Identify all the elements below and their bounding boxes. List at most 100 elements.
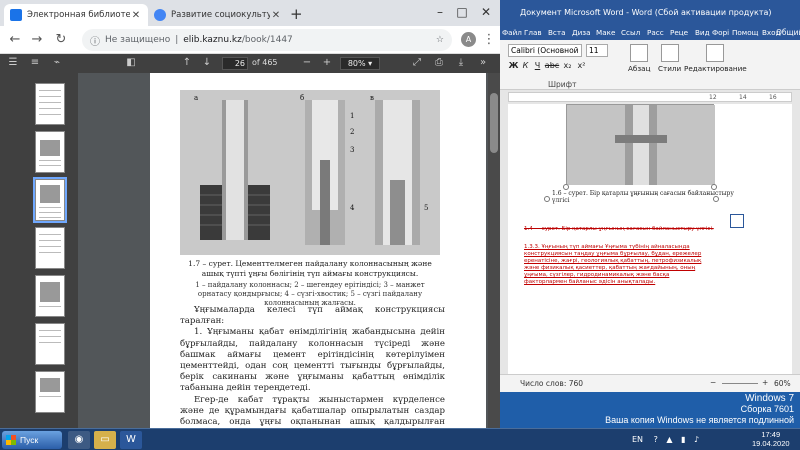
tab-mailings[interactable]: Расс: [647, 27, 664, 39]
maximize-button[interactable]: □: [452, 3, 472, 21]
ruler-mark: 16: [769, 94, 777, 101]
url-host: elib.kaznu.kz: [183, 35, 242, 45]
editing-button[interactable]: Редактирование: [684, 44, 747, 73]
tab-home[interactable]: Глав: [524, 27, 542, 39]
fullscreen-icon[interactable]: ⤢: [410, 56, 424, 70]
close-tab-icon[interactable]: ✕: [270, 10, 282, 21]
tab-layout[interactable]: Маке: [596, 27, 615, 39]
zoom-in-icon[interactable]: +: [320, 56, 334, 70]
thumbnail-sidebar: [0, 73, 78, 428]
next-page-icon[interactable]: ↓: [200, 56, 214, 70]
font-size-select[interactable]: 11: [586, 44, 608, 57]
ruler-mark: 12: [709, 94, 717, 101]
language-indicator[interactable]: EN: [632, 435, 643, 444]
styles-button[interactable]: Стили: [658, 44, 681, 73]
share-button[interactable]: Общий: [776, 28, 800, 37]
vertical-scrollbar[interactable]: [488, 73, 500, 428]
more-icon[interactable]: »: [476, 56, 490, 70]
info-icon[interactable]: ⓘ: [90, 33, 100, 48]
page-thumbnail[interactable]: [35, 83, 65, 125]
windows-flag-icon: [6, 435, 16, 445]
attachment-icon[interactable]: ⌁: [50, 56, 64, 70]
new-tab-button[interactable]: +: [290, 5, 303, 23]
tab-development[interactable]: Развитие социокультурной ком ✕: [148, 4, 288, 26]
tab-design[interactable]: Диза: [572, 27, 591, 39]
word-count[interactable]: Число слов: 760: [520, 379, 583, 388]
word-document-page[interactable]: 1.6 – сурет. Бір қатарлы ұңғының сағасын…: [508, 104, 792, 374]
zoom-out-icon[interactable]: −: [710, 378, 716, 387]
page-thumbnail[interactable]: [35, 131, 65, 173]
url-separator: |: [175, 35, 179, 45]
close-window-button[interactable]: ✕: [476, 3, 496, 21]
hamburger-icon[interactable]: ☰: [6, 56, 20, 70]
page-thumbnail[interactable]: [35, 275, 65, 317]
start-button[interactable]: Пуск: [2, 431, 62, 449]
close-tab-icon[interactable]: ✕: [130, 10, 142, 21]
bold-button[interactable]: Ж: [508, 60, 519, 72]
prev-page-icon[interactable]: ↑: [180, 56, 194, 70]
font-name-select[interactable]: Calibri (Основной те: [508, 44, 582, 57]
help-icon[interactable]: ?: [654, 435, 658, 444]
word-zoom-level[interactable]: 60%: [774, 379, 791, 388]
zoom-out-icon[interactable]: −: [300, 56, 314, 70]
strike-button[interactable]: abc: [544, 60, 560, 72]
zoom-in-icon[interactable]: +: [762, 378, 768, 387]
word-ribbon: Calibri (Основной те 11 Ж К Ч abc x₂ x² …: [500, 40, 800, 90]
forward-arrow-icon[interactable]: →: [28, 31, 46, 49]
tab-elib[interactable]: Электронная библиотека КазНУ ✕: [4, 4, 148, 26]
figure-label-v: в: [370, 94, 374, 102]
print-icon[interactable]: ⎙: [432, 56, 446, 70]
taskbar: Пуск ◉ ▭ W EN ? ▲ ▮ ♪ 17:49 19.04.2020: [0, 428, 800, 450]
reload-icon[interactable]: ↻: [52, 31, 70, 49]
chrome-window: Электронная библиотека КазНУ ✕ Развитие …: [0, 0, 500, 428]
word-taskbar-icon[interactable]: W: [120, 431, 142, 449]
underline-button[interactable]: Ч: [532, 60, 543, 72]
page-thumbnail[interactable]: [35, 227, 65, 269]
layout-options-icon[interactable]: [730, 214, 744, 228]
minimize-button[interactable]: –: [430, 3, 450, 21]
subscript-button[interactable]: x₂: [562, 60, 573, 72]
selected-figure[interactable]: [566, 104, 715, 185]
clock[interactable]: 17:49 19.04.2020: [752, 430, 790, 448]
windows-edition: Windows 7: [745, 393, 794, 404]
profile-avatar[interactable]: A: [461, 32, 476, 47]
italic-button[interactable]: К: [520, 60, 531, 72]
back-arrow-icon[interactable]: ←: [6, 31, 24, 49]
zoom-select[interactable]: 80% ▾: [340, 57, 380, 70]
tab-references[interactable]: Ссыл: [621, 27, 640, 39]
word-scrollbar[interactable]: [792, 92, 800, 374]
body-paragraph: Егер-де кабат тұрақты жыныстармен күрдел…: [180, 394, 445, 428]
wellhead-figure: [567, 105, 715, 185]
tab-file[interactable]: Файл: [502, 27, 522, 39]
paragraph-button[interactable]: Абзац: [628, 44, 650, 73]
resize-handle[interactable]: [544, 196, 550, 202]
share-label: Общий: [776, 28, 800, 37]
outline-icon[interactable]: ≡: [28, 56, 42, 70]
page-thumbnail-current[interactable]: [33, 177, 67, 223]
figure-legend: 1 – пайдалану колоннасы; 2 – шегендеу ер…: [195, 281, 425, 307]
tab-format[interactable]: Форі: [712, 27, 729, 39]
page-thumbnail[interactable]: [35, 323, 65, 365]
folder-taskbar-icon[interactable]: ▭: [94, 431, 116, 449]
chrome-taskbar-icon[interactable]: ◉: [68, 431, 90, 449]
sidebar-toggle-icon[interactable]: ◧: [124, 56, 138, 70]
zoom-slider[interactable]: [722, 383, 758, 384]
page-body-text: Ұңғымаларда келесі түп аймақ конструкция…: [180, 305, 445, 428]
page-number-input[interactable]: 26: [222, 57, 248, 70]
menu-dots-icon[interactable]: ⋮: [480, 31, 498, 49]
page-thumbnail[interactable]: [35, 371, 65, 413]
tab-view[interactable]: Вид: [695, 27, 710, 39]
tab-insert[interactable]: Вста: [548, 27, 565, 39]
styles-icon: [660, 44, 679, 62]
scrollbar-thumb[interactable]: [490, 93, 498, 153]
url-omnibox[interactable]: ⓘ Не защищено | elib.kaznu.kz /book/1447…: [82, 29, 452, 51]
star-icon[interactable]: ☆: [436, 35, 444, 45]
tab-review[interactable]: Реце: [670, 27, 688, 39]
superscript-button[interactable]: x²: [576, 60, 587, 72]
download-icon[interactable]: ⤓: [454, 56, 468, 70]
tray-expand-icon[interactable]: ▲: [666, 435, 672, 444]
tell-me-box[interactable]: Помощ: [732, 27, 758, 39]
word-status-bar: Число слов: 760 − + 60%: [500, 374, 800, 392]
network-icon[interactable]: ▮: [681, 435, 685, 444]
volume-icon[interactable]: ♪: [694, 435, 699, 444]
